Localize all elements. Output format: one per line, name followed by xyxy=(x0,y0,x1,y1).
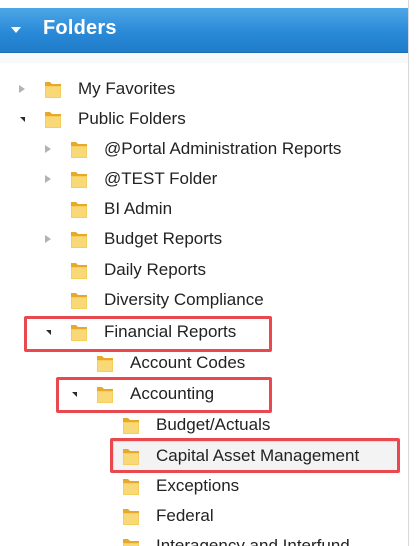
folder-icon xyxy=(123,509,139,525)
folder-icon xyxy=(45,112,61,128)
tree-item-my-favorites[interactable]: My Favorites xyxy=(0,74,400,104)
tree-item-label: Federal xyxy=(156,506,214,525)
tree-item-label: Accounting xyxy=(130,384,215,403)
tree-item-budget-reports[interactable]: Budget Reports xyxy=(0,224,400,254)
tree-item-budget-actuals[interactable]: Budget/Actuals xyxy=(0,410,400,440)
tree-item-accounting[interactable]: Accounting xyxy=(0,379,400,409)
triangle-right-icon[interactable] xyxy=(41,142,55,156)
tree-item-label: Budget/Actuals xyxy=(156,415,271,434)
triangle-right-icon[interactable] xyxy=(41,172,55,186)
folder-icon xyxy=(71,172,87,188)
tree-item-daily-reports[interactable]: Daily Reports xyxy=(0,255,400,285)
tree-item-label: BI Admin xyxy=(104,199,173,218)
triangle-down-icon[interactable] xyxy=(15,112,29,126)
tree-item-bi-admin[interactable]: BI Admin xyxy=(0,194,400,224)
triangle-right-icon[interactable] xyxy=(41,232,55,246)
tree-item-label: Budget Reports xyxy=(104,229,223,248)
tree-item-public-folders[interactable]: Public Folders xyxy=(0,104,400,134)
tree-item-portal-administration-reports[interactable]: @Portal Administration Reports xyxy=(0,134,400,164)
triangle-right-icon[interactable] xyxy=(15,82,29,96)
folder-icon xyxy=(71,293,87,309)
tree-item-label: Daily Reports xyxy=(104,260,207,279)
tree-item-label: Capital Asset Management xyxy=(156,446,360,465)
tree-item-exceptions[interactable]: Exceptions xyxy=(0,471,400,501)
tree-item-label: Exceptions xyxy=(156,476,240,495)
folder-icon xyxy=(71,325,87,341)
tree-item-label: My Favorites xyxy=(78,79,176,98)
tree-item-interagency-and-interfund[interactable]: Interagency and Interfund xyxy=(0,531,400,546)
tree-item-test-folder[interactable]: @TEST Folder xyxy=(0,164,400,194)
tree-item-label: Account Codes xyxy=(130,353,246,372)
folder-icon xyxy=(123,479,139,495)
tree-item-label: @Portal Administration Reports xyxy=(104,139,342,158)
folder-icon xyxy=(97,387,113,403)
folder-icon xyxy=(123,449,139,465)
tree-item-label: @TEST Folder xyxy=(104,169,218,188)
tree-item-label: Diversity Compliance xyxy=(104,290,264,309)
triangle-down-icon[interactable] xyxy=(67,387,81,401)
folder-icon xyxy=(71,202,87,218)
folder-icon xyxy=(45,82,61,98)
tree-item-label: Interagency and Interfund xyxy=(156,536,350,546)
tree-item-financial-reports[interactable]: Financial Reports xyxy=(0,317,400,347)
triangle-down-icon[interactable] xyxy=(41,325,55,339)
folder-tree: My Favorites Public Folders @Portal Admi… xyxy=(0,0,408,546)
tree-item-label: Financial Reports xyxy=(104,322,237,341)
tree-item-capital-asset-management[interactable]: Capital Asset Management xyxy=(0,441,400,471)
folder-icon xyxy=(123,539,139,546)
tree-item-federal[interactable]: Federal xyxy=(0,501,400,531)
folder-icon xyxy=(97,356,113,372)
folder-icon xyxy=(123,418,139,434)
tree-item-label: Public Folders xyxy=(78,109,186,128)
folders-panel: Folders My Favorites Public Folders @Por… xyxy=(0,0,409,546)
tree-item-diversity-compliance[interactable]: Diversity Compliance xyxy=(0,285,400,315)
folder-icon xyxy=(71,142,87,158)
folder-icon xyxy=(71,263,87,279)
tree-item-account-codes[interactable]: Account Codes xyxy=(0,348,400,378)
folder-icon xyxy=(71,232,87,248)
